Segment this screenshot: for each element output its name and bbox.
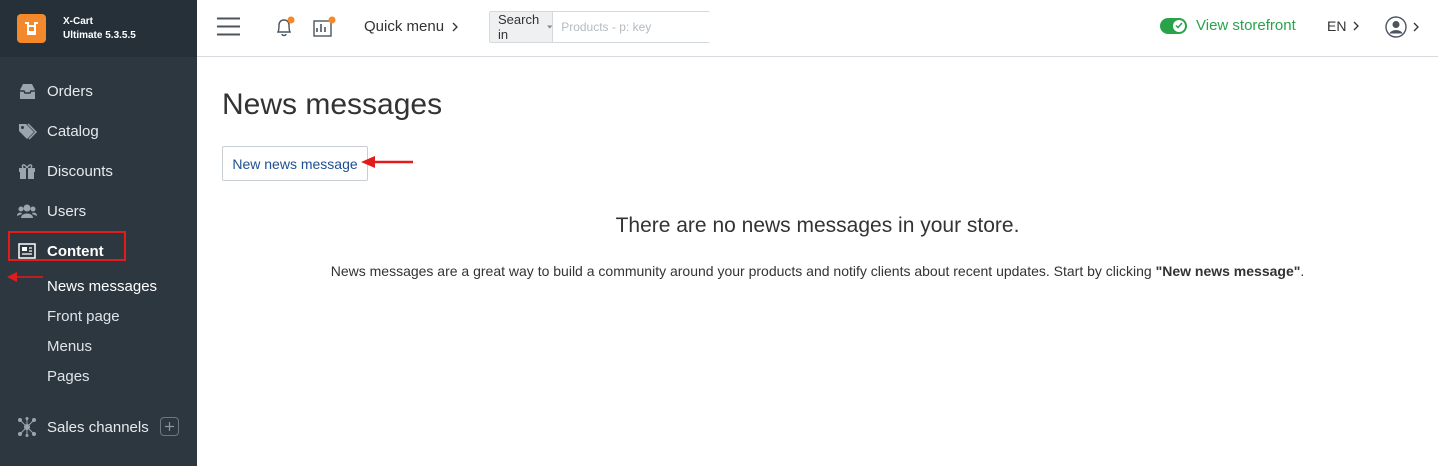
analytics-icon[interactable] bbox=[312, 16, 336, 38]
plus-icon bbox=[165, 422, 174, 431]
sidebar-item-label: Discounts bbox=[47, 162, 113, 180]
brand-text: X-Cart Ultimate 5.3.5.5 bbox=[63, 15, 136, 43]
sidebar-item-label: Orders bbox=[47, 82, 93, 100]
top-header: Quick menu Search in View storefront EN bbox=[197, 0, 1438, 57]
view-storefront-toggle[interactable]: View storefront bbox=[1160, 17, 1296, 34]
arrow-icon bbox=[361, 156, 413, 168]
quick-menu-label: Quick menu bbox=[364, 18, 445, 35]
sidebar-item-catalog[interactable]: Catalog bbox=[0, 111, 197, 151]
quick-menu-button[interactable]: Quick menu bbox=[364, 18, 458, 35]
sidebar-item-sales-channels[interactable]: Sales channels bbox=[0, 407, 197, 447]
sidebar-item-orders[interactable]: Orders bbox=[0, 71, 197, 111]
page-title: News messages bbox=[222, 88, 443, 121]
search-box: Search in bbox=[489, 11, 717, 43]
main-content: News messages New news message There are… bbox=[197, 58, 1438, 466]
arrow-icon bbox=[7, 272, 43, 282]
search-in-label: Search in bbox=[498, 12, 540, 42]
new-news-message-button[interactable]: New news message bbox=[222, 146, 368, 181]
sidebar-subitem-menus[interactable]: Menus bbox=[0, 331, 197, 361]
network-icon bbox=[17, 417, 37, 437]
tags-icon bbox=[17, 121, 37, 141]
chevron-right-icon bbox=[452, 22, 458, 31]
brand[interactable]: X-Cart Ultimate 5.3.5.5 bbox=[0, 0, 197, 57]
view-storefront-link[interactable]: View storefront bbox=[1196, 17, 1296, 34]
empty-state-title: There are no news messages in your store… bbox=[615, 214, 1020, 237]
caret-down-icon bbox=[546, 25, 553, 29]
brand-name: X-Cart bbox=[63, 15, 94, 27]
empty-desc-suffix: . bbox=[1300, 263, 1305, 279]
user-menu[interactable] bbox=[1385, 16, 1419, 38]
search-in-dropdown[interactable]: Search in bbox=[490, 12, 554, 42]
user-avatar-icon bbox=[1385, 16, 1407, 38]
add-sales-channel-button[interactable] bbox=[160, 417, 179, 436]
inbox-icon bbox=[17, 81, 37, 101]
search-input[interactable] bbox=[553, 12, 717, 42]
gift-icon bbox=[17, 161, 37, 181]
empty-state-description: News messages are a great way to build a… bbox=[197, 263, 1438, 279]
empty-desc-text: News messages are a great way to build a… bbox=[330, 263, 1156, 279]
checkmark-icon bbox=[1173, 19, 1185, 32]
sidebar-subitem-pages[interactable]: Pages bbox=[0, 361, 197, 391]
sidebar-item-label: Sales channels bbox=[47, 418, 149, 436]
sidebar-item-users[interactable]: Users bbox=[0, 191, 197, 231]
language-label: EN bbox=[1327, 18, 1347, 34]
sidebar-item-discounts[interactable]: Discounts bbox=[0, 151, 197, 191]
chevron-right-icon bbox=[1353, 21, 1360, 31]
brand-edition: Ultimate 5.3.5.5 bbox=[63, 29, 136, 41]
xcart-logo-icon bbox=[17, 14, 46, 43]
chevron-right-icon bbox=[1413, 22, 1419, 32]
content-highlight-annotation bbox=[8, 231, 126, 261]
sidebar-nav: Orders Catalog Discounts Users Content N… bbox=[0, 57, 197, 391]
sidebar: X-Cart Ultimate 5.3.5.5 Orders Catalog D… bbox=[0, 0, 197, 466]
bell-notification-icon[interactable] bbox=[273, 16, 295, 38]
sidebar-item-label: Catalog bbox=[47, 122, 99, 140]
empty-desc-bold: "New news message" bbox=[1155, 263, 1301, 279]
storefront-toggle-switch[interactable] bbox=[1160, 17, 1187, 34]
sidebar-subitem-front-page[interactable]: Front page bbox=[0, 301, 197, 331]
sidebar-item-label: Users bbox=[47, 202, 87, 220]
hamburger-menu-icon[interactable] bbox=[217, 17, 240, 36]
users-icon bbox=[17, 201, 37, 221]
language-selector[interactable]: EN bbox=[1327, 18, 1360, 34]
